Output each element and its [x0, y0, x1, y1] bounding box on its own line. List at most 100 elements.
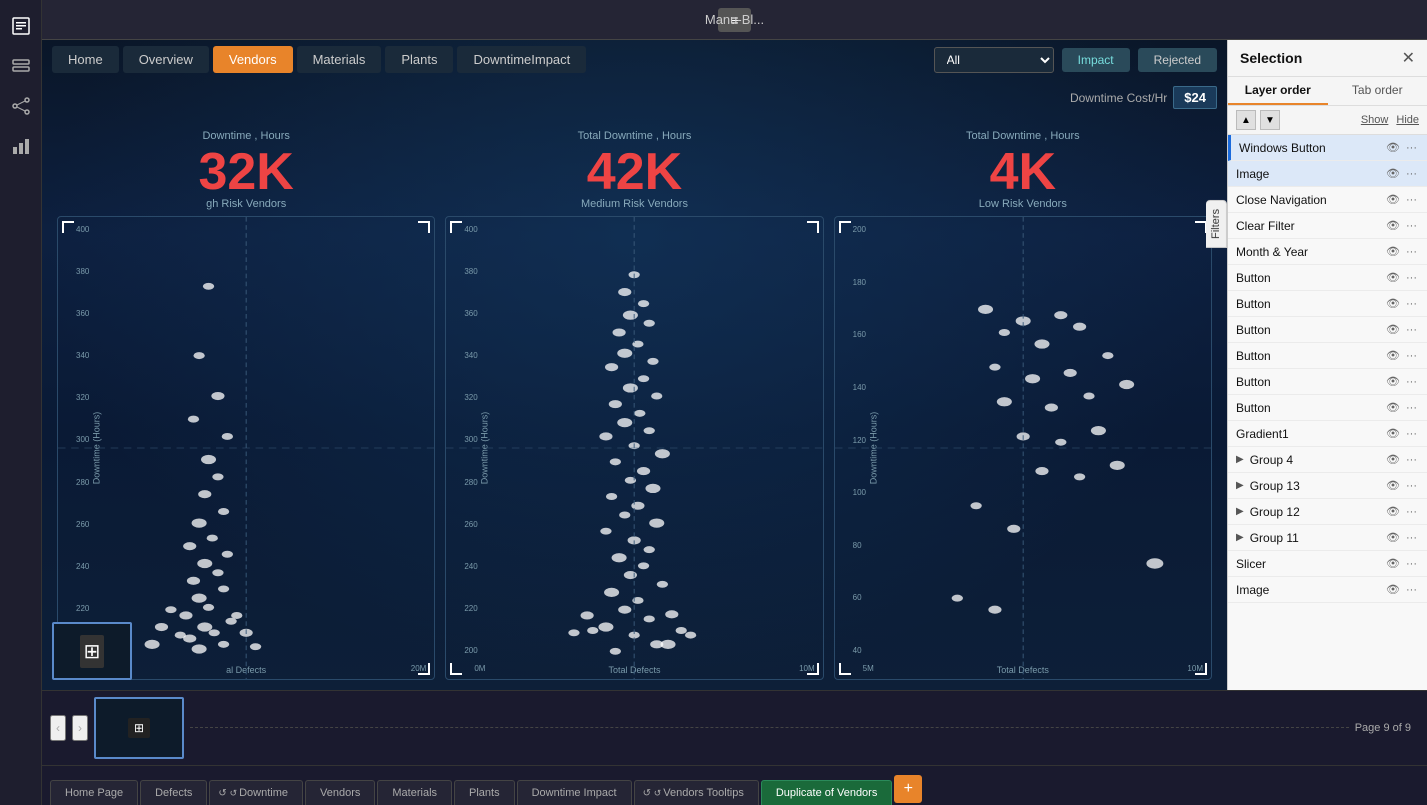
selection-panel-header: Selection ✕	[1228, 40, 1427, 77]
chart2-subtitle: Medium Risk Vendors	[445, 198, 823, 210]
layer-visibility-btn[interactable]: 👁	[1384, 140, 1402, 155]
layer-group-4[interactable]: ▶ Group 4 👁 ···	[1228, 447, 1427, 473]
layer-visibility-btn[interactable]: 👁	[1384, 192, 1402, 207]
layer-more-btn[interactable]: ···	[1404, 479, 1419, 493]
tab-downtime[interactable]: ↺Downtime	[209, 780, 303, 805]
layer-more-btn[interactable]: ···	[1404, 375, 1419, 389]
layer-visibility-btn[interactable]: 👁	[1384, 478, 1402, 493]
show-all-link[interactable]: Show	[1361, 114, 1389, 126]
data-icon[interactable]	[5, 50, 37, 82]
layer-visibility-btn[interactable]: 👁	[1384, 582, 1402, 597]
move-down-button[interactable]: ▼	[1260, 110, 1280, 130]
layer-visibility-btn[interactable]: 👁	[1384, 296, 1402, 311]
tab-tab-order[interactable]: Tab order	[1328, 77, 1427, 105]
layer-button-5[interactable]: Button 👁 ···	[1228, 369, 1427, 395]
tab-vendors[interactable]: Vendors	[305, 780, 375, 805]
nav-vendors[interactable]: Vendors	[213, 46, 293, 73]
tab-home-page[interactable]: Home Page	[50, 780, 138, 805]
visual-icon[interactable]	[5, 130, 37, 162]
layer-button-6[interactable]: Button 👁 ···	[1228, 395, 1427, 421]
tab-downtime-impact[interactable]: Downtime Impact	[517, 780, 632, 805]
layer-more-btn[interactable]: ···	[1404, 349, 1419, 363]
tab-duplicate-vendors[interactable]: Duplicate of Vendors	[761, 780, 893, 805]
layer-group-13[interactable]: ▶ Group 13 👁 ···	[1228, 473, 1427, 499]
layer-close-navigation[interactable]: Close Navigation 👁 ···	[1228, 187, 1427, 213]
layer-more-btn[interactable]: ···	[1404, 323, 1419, 337]
layer-visibility-btn[interactable]: 👁	[1384, 530, 1402, 545]
layer-visibility-btn[interactable]: 👁	[1384, 452, 1402, 467]
nav-plants[interactable]: Plants	[385, 46, 453, 73]
tab-vendors-tooltips[interactable]: ↺Vendors Tooltips	[634, 780, 759, 805]
layer-group-12[interactable]: ▶ Group 12 👁 ···	[1228, 499, 1427, 525]
tab-defects[interactable]: Defects	[140, 780, 207, 805]
thumb-prev-button[interactable]: ‹	[50, 715, 66, 741]
chart3-subtitle: Low Risk Vendors	[834, 198, 1212, 210]
page-thumbnail[interactable]: ⊞	[52, 622, 132, 680]
add-tab-button[interactable]: +	[894, 775, 922, 803]
chart1-header: Downtime , Hours	[57, 130, 435, 142]
thumb-next-button[interactable]: ›	[72, 715, 88, 741]
layer-more-btn[interactable]: ···	[1404, 219, 1419, 233]
layer-visibility-btn[interactable]: 👁	[1384, 270, 1402, 285]
layer-more-btn[interactable]: ···	[1404, 557, 1419, 571]
layer-clear-filter[interactable]: Clear Filter 👁 ···	[1228, 213, 1427, 239]
layer-visibility-btn[interactable]: 👁	[1384, 400, 1402, 415]
hide-all-link[interactable]: Hide	[1396, 114, 1419, 126]
tab-layer-order[interactable]: Layer order	[1228, 77, 1328, 105]
layer-more-btn[interactable]: ···	[1404, 245, 1419, 259]
layer-slicer[interactable]: Slicer 👁 ···	[1228, 551, 1427, 577]
layer-windows-button[interactable]: Windows Button 👁 ···	[1228, 135, 1427, 161]
layer-button-1[interactable]: Button 👁 ···	[1228, 265, 1427, 291]
thumbnail-row: ‹ › ⊞ Page 9 of 9	[42, 691, 1427, 765]
filter-dropdown[interactable]: All	[934, 47, 1054, 73]
nav-downtime-impact[interactable]: DowntimeImpact	[457, 46, 586, 73]
chart3-header: Total Downtime , Hours	[834, 130, 1212, 142]
chart2-scatter	[446, 217, 822, 679]
windows-icon: ⊞	[80, 635, 105, 668]
layer-more-btn[interactable]: ···	[1404, 141, 1419, 155]
layer-visibility-btn[interactable]: 👁	[1384, 426, 1402, 441]
nav-materials[interactable]: Materials	[297, 46, 382, 73]
layer-more-btn[interactable]: ···	[1404, 427, 1419, 441]
tooltips-refresh-icon: ↺	[654, 788, 662, 798]
report-icon[interactable]	[5, 10, 37, 42]
layer-more-btn[interactable]: ···	[1404, 167, 1419, 181]
layer-visibility-btn[interactable]: 👁	[1384, 556, 1402, 571]
impact-button[interactable]: Impact	[1062, 48, 1130, 72]
layer-more-btn[interactable]: ···	[1404, 193, 1419, 207]
layer-button-2[interactable]: Button 👁 ···	[1228, 291, 1427, 317]
filters-side-tab[interactable]: Filters	[1206, 200, 1227, 248]
layer-image-1[interactable]: Image 👁 ···	[1228, 161, 1427, 187]
rejected-button[interactable]: Rejected	[1138, 48, 1217, 72]
layer-month-year[interactable]: Month & Year 👁 ···	[1228, 239, 1427, 265]
model-icon[interactable]	[5, 90, 37, 122]
thumbnail-windows-icon: ⊞	[128, 718, 150, 738]
tab-plants[interactable]: Plants	[454, 780, 515, 805]
layer-more-btn[interactable]: ···	[1404, 401, 1419, 415]
layer-group-11[interactable]: ▶ Group 11 👁 ···	[1228, 525, 1427, 551]
close-selection-button[interactable]: ✕	[1402, 48, 1415, 68]
layer-more-btn[interactable]: ···	[1404, 531, 1419, 545]
thumbnail-vendors[interactable]: ⊞	[94, 697, 184, 759]
layer-visibility-btn[interactable]: 👁	[1384, 504, 1402, 519]
layer-more-btn[interactable]: ···	[1404, 297, 1419, 311]
layer-more-btn[interactable]: ···	[1404, 505, 1419, 519]
layer-visibility-btn[interactable]: 👁	[1384, 244, 1402, 259]
layer-visibility-btn[interactable]: 👁	[1384, 218, 1402, 233]
move-up-button[interactable]: ▲	[1236, 110, 1256, 130]
layer-button-3[interactable]: Button 👁 ···	[1228, 317, 1427, 343]
layer-more-btn[interactable]: ···	[1404, 583, 1419, 597]
layer-button-4[interactable]: Button 👁 ···	[1228, 343, 1427, 369]
layer-visibility-btn[interactable]: 👁	[1384, 348, 1402, 363]
layer-more-btn[interactable]: ···	[1404, 453, 1419, 467]
nav-overview[interactable]: Overview	[123, 46, 209, 73]
layer-visibility-btn[interactable]: 👁	[1384, 374, 1402, 389]
selection-panel-tabs: Layer order Tab order	[1228, 77, 1427, 106]
layer-image-2[interactable]: Image 👁 ···	[1228, 577, 1427, 603]
layer-more-btn[interactable]: ···	[1404, 271, 1419, 285]
tab-materials[interactable]: Materials	[377, 780, 452, 805]
nav-home[interactable]: Home	[52, 46, 119, 73]
layer-visibility-btn[interactable]: 👁	[1384, 322, 1402, 337]
layer-visibility-btn[interactable]: 👁	[1384, 166, 1402, 181]
layer-gradient1[interactable]: Gradient1 👁 ···	[1228, 421, 1427, 447]
